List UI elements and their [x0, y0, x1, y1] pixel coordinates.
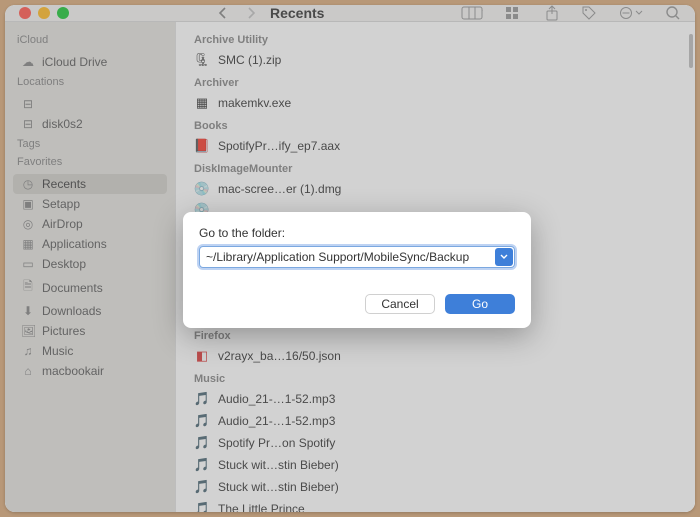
path-input-wrap — [199, 246, 515, 268]
combo-dropdown-button[interactable] — [495, 248, 513, 266]
go-button[interactable]: Go — [445, 294, 515, 314]
finder-window: Recents iCloud ☁︎iCloud Drive Locations … — [5, 5, 695, 512]
dialog-label: Go to the folder: — [199, 226, 515, 240]
go-to-folder-dialog: Go to the folder: Cancel Go — [183, 212, 531, 328]
dialog-buttons: Cancel Go — [199, 294, 515, 314]
path-input[interactable] — [199, 246, 515, 268]
cancel-button[interactable]: Cancel — [365, 294, 435, 314]
